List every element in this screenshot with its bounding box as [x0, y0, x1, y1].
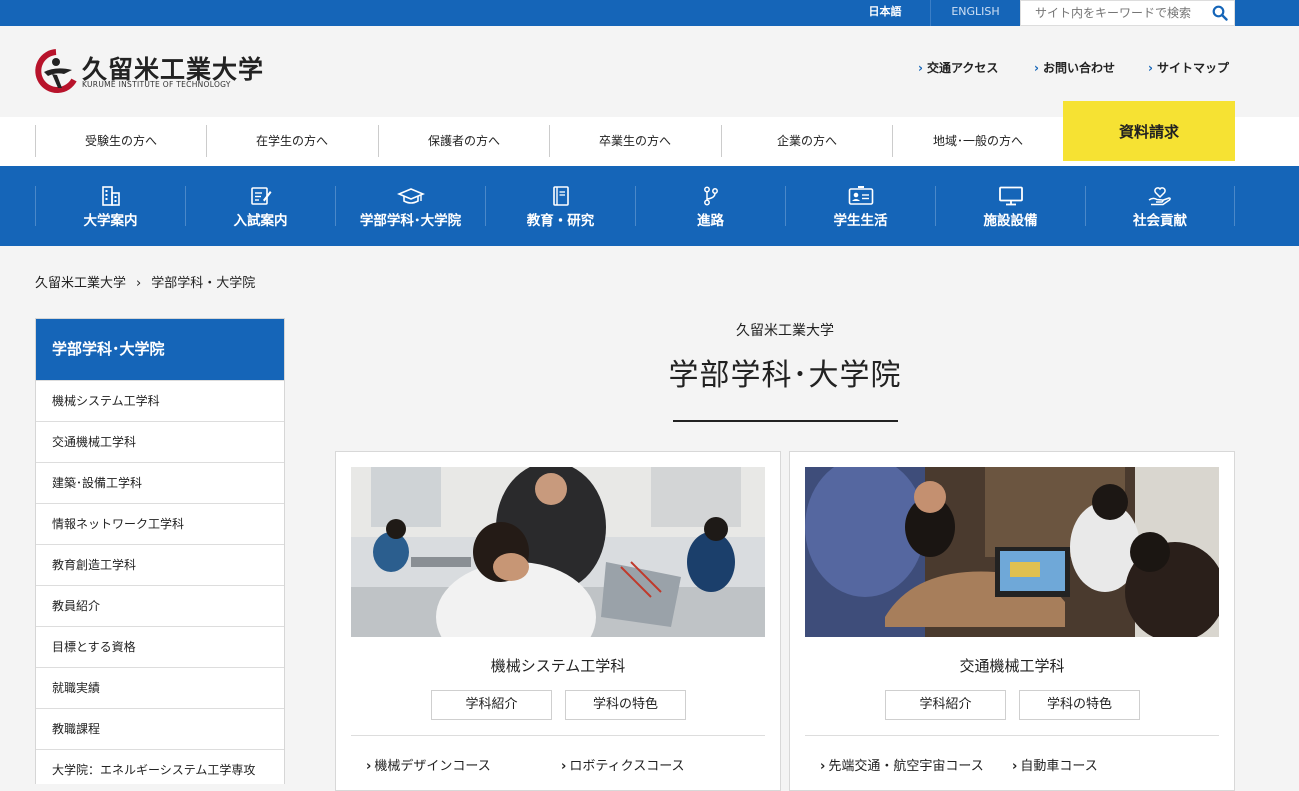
- sidebar-item-teaching[interactable]: 教職課程: [36, 708, 284, 749]
- gnav-faculties[interactable]: 学部学科･大学院: [335, 186, 485, 229]
- search-input[interactable]: [1021, 1, 1201, 25]
- gnav-education-research[interactable]: 教育・研究: [485, 186, 635, 229]
- sidebar-item-transport[interactable]: 交通機械工学科: [36, 421, 284, 462]
- sidebar: 学部学科･大学院 機械システム工学科 交通機械工学科 建築･設備工学科 情報ネッ…: [35, 318, 285, 784]
- sidebar-item-graduate[interactable]: 大学院：エネルギーシステム工学専攻: [36, 749, 284, 784]
- audience-parents[interactable]: 保護者の方へ: [378, 125, 549, 157]
- search-icon[interactable]: [1212, 5, 1228, 21]
- card-divider: [805, 735, 1219, 736]
- sidebar-item-network[interactable]: 情報ネットワーク工学科: [36, 503, 284, 544]
- chevron-right-icon: ›: [918, 61, 923, 75]
- top-bar: 日本語 ENGLISH: [0, 0, 1299, 26]
- util-link-access[interactable]: › 交通アクセス: [918, 59, 998, 76]
- util-link-sitemap[interactable]: › サイトマップ: [1148, 59, 1229, 76]
- page-subtitle: 久留米工業大学: [736, 323, 834, 339]
- chevron-right-icon: ›: [561, 759, 567, 774]
- classroom-photo-image: [351, 467, 765, 637]
- wind-tunnel-photo-image: [805, 467, 1219, 637]
- id-card-icon: [848, 186, 873, 205]
- request-materials-button[interactable]: 資料請求: [1063, 101, 1235, 161]
- dept-features-button[interactable]: 学科の特色: [565, 690, 686, 720]
- sidebar-item-qualifications[interactable]: 目標とする資格: [36, 626, 284, 667]
- gnav-about[interactable]: 大学案内: [35, 186, 185, 229]
- branch-icon: [703, 186, 718, 206]
- title-divider: [673, 420, 898, 422]
- gnav-community-contribution[interactable]: 社会貢献: [1085, 186, 1235, 229]
- department-card: 交通機械工学科 学科紹介 学科の特色 › 先端交通・航空宇宙コース › 自動車コース: [789, 451, 1235, 791]
- book-icon: [552, 186, 569, 206]
- breadcrumb-home[interactable]: 久留米工業大学: [35, 276, 126, 291]
- audience-community[interactable]: 地域･一般の方へ: [892, 125, 1063, 157]
- search-box: [1020, 0, 1235, 26]
- card-title[interactable]: 機械システム工学科: [336, 655, 780, 676]
- audience-alumni[interactable]: 卒業生の方へ: [549, 125, 720, 157]
- course-link[interactable]: › 自動車コース: [1012, 755, 1098, 774]
- course-link[interactable]: › 機械デザインコース: [366, 755, 491, 774]
- gnav-career[interactable]: 進路: [635, 186, 785, 229]
- mortarboard-icon: [396, 188, 425, 204]
- global-nav: 大学案内 入試案内 学部学科･大学院 教育・研究 進路 学生生活 施設設備 社会…: [0, 166, 1299, 246]
- chevron-right-icon: ›: [1012, 759, 1018, 774]
- audience-students[interactable]: 在学生の方へ: [206, 125, 377, 157]
- lang-japanese-link[interactable]: 日本語: [840, 0, 930, 26]
- logo-subtitle: KURUME INSTITUTE OF TECHNOLOGY: [82, 80, 231, 89]
- department-card: 機械システム工学科 学科紹介 学科の特色 › 機械デザインコース › ロボティクスコ…: [335, 451, 781, 791]
- chevron-right-icon: ›: [366, 759, 372, 774]
- audience-companies[interactable]: 企業の方へ: [721, 125, 892, 157]
- chevron-right-icon: ›: [1148, 61, 1153, 75]
- document-pen-icon: [250, 187, 271, 205]
- breadcrumb-current: 学部学科・大学院: [151, 276, 256, 291]
- card-title[interactable]: 交通機械工学科: [790, 655, 1234, 676]
- breadcrumb-separator: ›: [136, 276, 142, 291]
- course-link[interactable]: › ロボティクスコース: [561, 755, 685, 774]
- logo-mark-icon: [35, 49, 77, 93]
- sidebar-item-faculty[interactable]: 教員紹介: [36, 585, 284, 626]
- site-logo[interactable]: 久留米工業大学 KURUME INSTITUTE OF TECHNOLOGY: [34, 48, 263, 96]
- util-link-contact[interactable]: › お問い合わせ: [1034, 59, 1115, 76]
- sidebar-item-mechanical[interactable]: 機械システム工学科: [36, 380, 284, 421]
- monitor-icon: [998, 186, 1023, 206]
- lang-english-link[interactable]: ENGLISH: [930, 0, 1020, 26]
- sidebar-title[interactable]: 学部学科･大学院: [36, 319, 284, 380]
- breadcrumb: 久留米工業大学 › 学部学科・大学院: [35, 272, 255, 291]
- sidebar-item-employment[interactable]: 就職実績: [36, 667, 284, 708]
- hand-heart-icon: [1148, 187, 1171, 206]
- page-title: 学部学科･大学院: [668, 358, 902, 393]
- dept-features-button[interactable]: 学科の特色: [1019, 690, 1140, 720]
- department-photo[interactable]: [805, 467, 1219, 637]
- department-photo[interactable]: [351, 467, 765, 637]
- course-link[interactable]: › 先端交通・航空宇宙コース: [820, 755, 984, 774]
- gnav-admissions[interactable]: 入試案内: [185, 186, 335, 229]
- gnav-student-life[interactable]: 学生生活: [785, 186, 935, 229]
- sidebar-item-architecture[interactable]: 建築･設備工学科: [36, 462, 284, 503]
- gnav-facilities[interactable]: 施設設備: [935, 186, 1085, 229]
- dept-intro-button[interactable]: 学科紹介: [431, 690, 552, 720]
- card-divider: [351, 735, 765, 736]
- chevron-right-icon: ›: [820, 759, 826, 774]
- dept-intro-button[interactable]: 学科紹介: [885, 690, 1006, 720]
- audience-prospective[interactable]: 受験生の方へ: [35, 125, 206, 157]
- building-icon: [101, 186, 120, 206]
- chevron-right-icon: ›: [1034, 61, 1039, 75]
- sidebar-item-education[interactable]: 教育創造工学科: [36, 544, 284, 585]
